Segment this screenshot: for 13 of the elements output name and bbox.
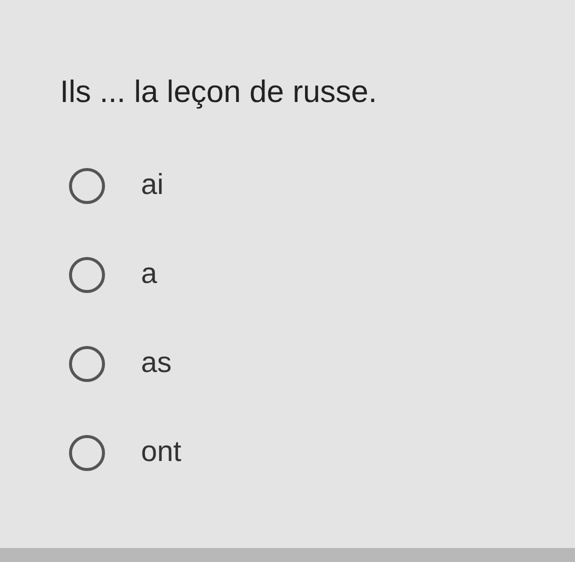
option-label: ai (141, 168, 164, 204)
radio-button[interactable] (69, 257, 105, 293)
radio-button[interactable] (69, 435, 105, 471)
answer-option[interactable]: ont (69, 435, 575, 471)
answer-option[interactable]: a (69, 257, 575, 293)
answer-option[interactable]: ai (69, 168, 575, 204)
question-text: Ils ... la leçon de russe. (60, 73, 378, 111)
option-label: ont (141, 435, 182, 470)
radio-button[interactable] (69, 346, 105, 382)
radio-button[interactable] (69, 168, 105, 204)
answer-option[interactable]: as (69, 346, 575, 382)
option-label: a (141, 257, 158, 292)
option-label: as (141, 346, 172, 382)
